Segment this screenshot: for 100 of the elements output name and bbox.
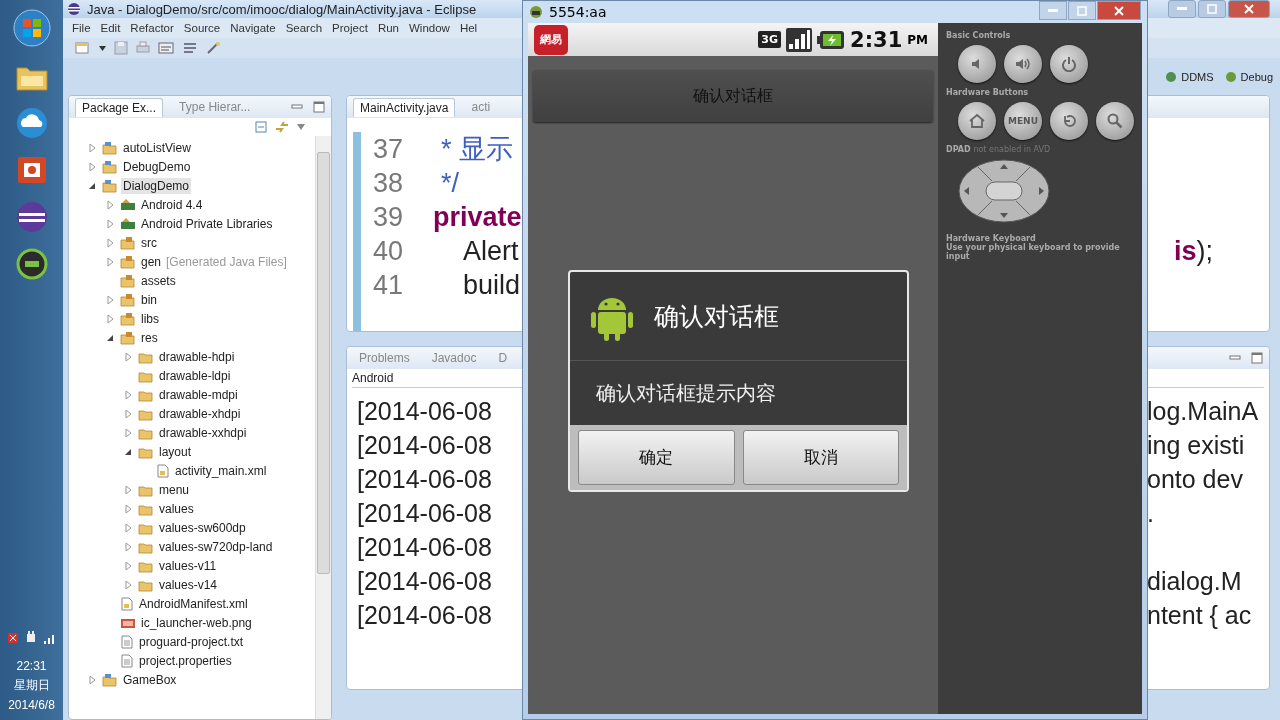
menu-item[interactable]: Source xyxy=(183,22,221,34)
tree-item[interactable]: res xyxy=(139,329,160,346)
expand-arrow-icon[interactable] xyxy=(105,218,115,229)
minimize-button[interactable] xyxy=(1168,0,1196,18)
tree-item[interactable]: values-sw600dp xyxy=(157,519,248,536)
expand-arrow-icon[interactable] xyxy=(105,294,115,305)
menu-item[interactable]: Navigate xyxy=(230,22,276,34)
tree-item[interactable]: DialogDemo xyxy=(121,177,192,194)
tree-item[interactable]: values-sw720dp-land xyxy=(157,538,275,555)
menu-item[interactable]: Run xyxy=(377,22,399,34)
expand-arrow-icon[interactable] xyxy=(123,484,133,495)
expand-arrow-icon[interactable] xyxy=(123,560,133,571)
view-menu-icon[interactable] xyxy=(297,124,305,130)
tree-item[interactable]: autoListView xyxy=(121,139,193,156)
tree-item[interactable]: assets xyxy=(139,272,178,289)
tree-item[interactable]: GameBox xyxy=(121,671,179,688)
menu-item[interactable]: Search xyxy=(285,22,323,34)
volume-down-button[interactable] xyxy=(958,45,996,83)
tree-item[interactable]: gen xyxy=(139,253,164,270)
expand-arrow-icon[interactable] xyxy=(105,237,115,248)
start-orb-icon[interactable] xyxy=(11,8,52,48)
expand-arrow-icon[interactable] xyxy=(123,351,133,362)
expand-arrow-icon[interactable] xyxy=(123,503,133,514)
tree-item[interactable]: drawable-xxhdpi xyxy=(157,424,249,441)
tree-item[interactable]: src xyxy=(139,234,159,251)
cloud-icon[interactable] xyxy=(14,106,49,140)
tree-item[interactable]: activity_main.xml xyxy=(173,462,269,479)
volume-up-button[interactable] xyxy=(1004,45,1042,83)
link-editor-icon[interactable] xyxy=(275,121,289,133)
menu-item[interactable]: Window xyxy=(409,22,450,34)
menu-item[interactable]: Hel xyxy=(459,22,478,34)
maximize-icon[interactable] xyxy=(1251,352,1263,364)
tree-item[interactable]: DebugDemo xyxy=(121,158,193,175)
android-app-icon[interactable] xyxy=(15,248,48,280)
close-button[interactable] xyxy=(1097,1,1141,20)
perspective-button[interactable]: Debug xyxy=(1220,67,1276,86)
save-icon[interactable] xyxy=(114,41,128,55)
tree-item[interactable]: libs xyxy=(139,310,161,327)
back-button[interactable] xyxy=(1050,102,1088,140)
restore-button[interactable] xyxy=(1198,0,1226,18)
expand-arrow-icon[interactable] xyxy=(87,674,97,685)
striped-globe-icon[interactable] xyxy=(14,200,49,234)
tree-item[interactable]: AndroidManifest.xml xyxy=(137,595,250,612)
view-tab[interactable]: MainActivity.java xyxy=(353,97,456,117)
power-button[interactable] xyxy=(1050,45,1088,83)
search-button[interactable] xyxy=(1096,102,1134,140)
power-plug-icon[interactable] xyxy=(24,631,37,645)
minimize-icon[interactable] xyxy=(291,102,303,112)
minimize-button[interactable] xyxy=(1039,1,1067,20)
tree-item[interactable]: values-v14 xyxy=(157,576,220,593)
expand-arrow-icon[interactable] xyxy=(123,522,133,533)
print-icon[interactable] xyxy=(136,41,150,55)
dropdown-caret-icon[interactable] xyxy=(99,45,106,51)
new-file-icon[interactable] xyxy=(75,41,91,55)
expand-arrow-icon[interactable] xyxy=(87,142,97,153)
menu-item[interactable]: Refactor xyxy=(130,22,174,34)
close-button[interactable] xyxy=(1228,0,1270,18)
list-icon[interactable] xyxy=(182,41,198,55)
tree-item[interactable]: Android 4.4 xyxy=(139,196,205,213)
tree-item[interactable]: ic_launcher-web.png xyxy=(139,614,254,631)
tree-item[interactable]: project.properties xyxy=(137,652,234,669)
dialog-button[interactable]: 取消 xyxy=(742,430,899,485)
collapse-all-icon[interactable] xyxy=(255,121,267,133)
dpad-drawing[interactable] xyxy=(958,159,1050,223)
expand-arrow-icon[interactable] xyxy=(105,256,115,267)
menu-item[interactable]: Edit xyxy=(100,22,121,34)
menu-item[interactable]: File xyxy=(72,22,91,34)
network-error-icon[interactable] xyxy=(6,631,19,645)
presentation-icon[interactable] xyxy=(15,154,48,186)
minimize-icon[interactable] xyxy=(1229,353,1241,363)
tree-item[interactable]: menu xyxy=(157,481,192,498)
tree-item[interactable]: bin xyxy=(139,291,159,308)
view-tab[interactable]: Package Ex... xyxy=(75,97,164,117)
maximize-button[interactable] xyxy=(1068,1,1096,20)
expand-arrow-icon[interactable] xyxy=(123,579,133,590)
scrollbar[interactable] xyxy=(315,136,331,719)
expand-arrow-icon[interactable] xyxy=(105,313,115,324)
perspective-button[interactable]: DDMS xyxy=(1161,67,1217,86)
tree-item[interactable]: Android Private Libraries xyxy=(139,215,275,232)
menu-button[interactable]: MENU xyxy=(1004,102,1042,140)
maximize-icon[interactable] xyxy=(313,101,325,113)
tree-item[interactable]: values-v11 xyxy=(157,557,219,574)
tree-item[interactable]: values xyxy=(157,500,196,517)
signal-bars-icon[interactable] xyxy=(42,632,57,644)
dialog-button[interactable]: 确定 xyxy=(578,430,735,485)
tree-item[interactable]: drawable-mdpi xyxy=(157,386,240,403)
expand-arrow-icon[interactable] xyxy=(123,427,133,438)
menu-item[interactable]: Project xyxy=(332,22,368,34)
tree-item[interactable]: layout xyxy=(157,443,194,460)
tree-item[interactable]: proguard-project.txt xyxy=(137,633,246,650)
tree-item[interactable]: drawable-hdpi xyxy=(157,348,237,365)
expand-arrow-icon[interactable] xyxy=(105,199,115,210)
tree-item[interactable]: drawable-ldpi xyxy=(157,367,233,384)
console-icon[interactable] xyxy=(158,41,174,55)
home-button[interactable] xyxy=(958,102,996,140)
expand-arrow-icon[interactable] xyxy=(123,541,133,552)
wand-icon[interactable] xyxy=(206,41,222,55)
tree-item[interactable]: drawable-xhdpi xyxy=(157,405,243,422)
expand-arrow-icon[interactable] xyxy=(87,161,97,172)
expand-arrow-icon[interactable] xyxy=(123,389,133,400)
